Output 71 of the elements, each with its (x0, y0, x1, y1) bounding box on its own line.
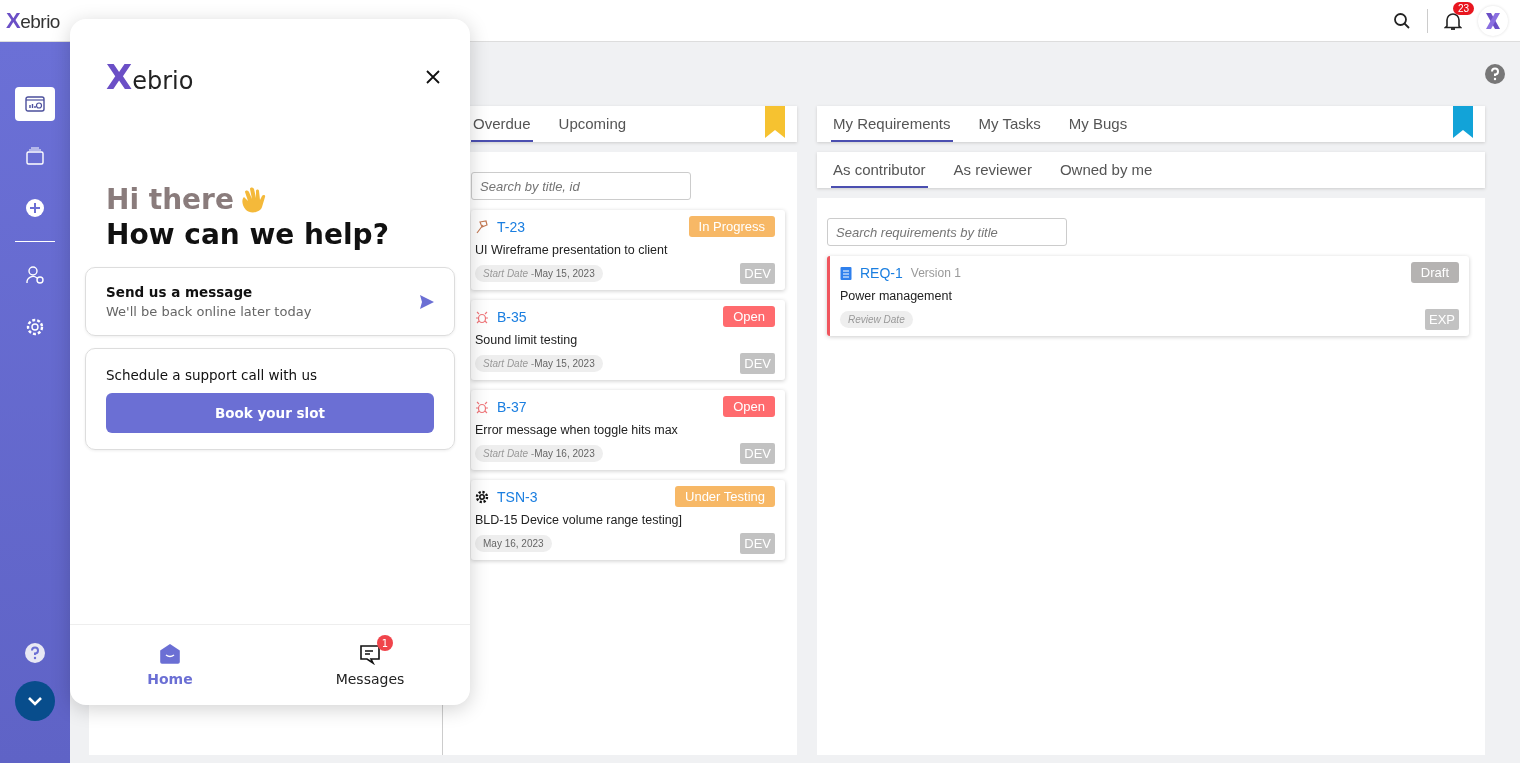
tab[interactable]: Owned by me (1057, 152, 1155, 188)
card-title: Send us a message (106, 284, 254, 300)
card-subtitle: We'll be back online later today (106, 304, 312, 319)
item-title: Error message when toggle hits max (475, 423, 679, 437)
xebrio-logo: Xebrio (106, 57, 194, 97)
status-badge: Open (723, 306, 775, 327)
bell-icon[interactable] (1444, 10, 1462, 31)
clipboard-icon (840, 265, 852, 280)
gear-icon (475, 489, 489, 504)
bug-icon (475, 399, 489, 414)
help-icon[interactable] (1485, 64, 1505, 84)
greeting: Hi there (106, 183, 234, 216)
status-badge: Open (723, 396, 775, 417)
close-icon[interactable] (426, 70, 440, 84)
date-chip: Review Date (840, 311, 913, 328)
send-message-card[interactable]: Send us a message We'll be back online later today (85, 267, 455, 336)
date-chip: Start Date -May 15, 2023 (475, 355, 603, 372)
hammer-icon (475, 219, 489, 234)
tab[interactable]: My Tasks (976, 106, 1043, 142)
tab[interactable]: My Requirements (831, 106, 953, 142)
item-id-link[interactable]: REQ-1 (860, 264, 903, 281)
item-id-link[interactable]: T-23 (497, 218, 525, 235)
date-chip: Start Date -May 15, 2023 (475, 265, 603, 282)
work-item-card[interactable]: B-37 Open Error message when toggle hits max Start Date -May 16, 2023 DEV (471, 390, 785, 470)
requirement-card[interactable]: REQ-1 Version 1 Draft Power management Review Date EXP (827, 256, 1469, 336)
work-item-card[interactable]: B-35 Open Sound limit testing Start Date -May 15, 2023 DEV (471, 300, 785, 380)
chat-toggle-button[interactable] (15, 681, 55, 721)
heading: How can we help? (106, 218, 390, 251)
notification-badge: 23 (1453, 1, 1475, 15)
tab[interactable]: My Bugs (1066, 106, 1130, 142)
status-badge: Draft (1410, 262, 1459, 283)
search-field[interactable]: Search by title, id (471, 172, 691, 200)
item-id-link[interactable]: B-37 (497, 398, 527, 415)
item-id-link[interactable]: B-35 (497, 308, 527, 325)
date-chip: Start Date -May 16, 2023 (475, 445, 603, 462)
item-title: BLD-15 Device volume range testing] (475, 513, 684, 527)
item-title: Sound limit testing (475, 333, 579, 347)
tab[interactable]: Upcoming (556, 106, 629, 142)
work-item-card[interactable]: T-23 In Progress UI Wireframe presentation to client Start Date -May 15, 2023 DEV (471, 210, 785, 290)
user-avatar[interactable] (1478, 5, 1508, 36)
status-badge: In Progress (688, 216, 775, 237)
item-id-link[interactable]: TSN-3 (497, 488, 538, 505)
item-title: UI Wireframe presentation to client (475, 243, 669, 257)
item-title: Power management (840, 289, 953, 303)
bookmark-icon[interactable] (1453, 106, 1473, 138)
home-tab[interactable]: Home (70, 625, 270, 705)
version-label: Version 1 (910, 265, 961, 280)
dashboard-nav-icon[interactable] (15, 87, 55, 121)
date-chip: May 16, 2023 (475, 535, 552, 552)
status-badge: Under Testing (675, 486, 775, 507)
team-tag: DEV (740, 443, 775, 464)
work-item-card[interactable]: TSN-3 Under Testing BLD-15 Device volume range testing] May 16, 2023 DEV (471, 480, 785, 560)
card-title: Schedule a support call with us (106, 367, 319, 383)
chevron-down-icon (27, 696, 43, 706)
messages-tab[interactable]: 1 Messages (270, 625, 470, 705)
search-icon[interactable] (1393, 11, 1411, 30)
team-tag: DEV (740, 263, 775, 284)
help-icon[interactable] (25, 643, 45, 663)
unread-badge: 1 (377, 635, 393, 651)
tab[interactable]: As reviewer (951, 152, 1034, 188)
search-field[interactable]: Search requirements by title (827, 218, 1067, 246)
send-icon (420, 294, 434, 309)
tab[interactable]: As contributor (831, 152, 928, 188)
xebrio-logo: Xebrio (6, 7, 60, 34)
bug-icon (475, 309, 489, 324)
book-slot-button[interactable]: Book your slot (106, 393, 434, 433)
team-tag: DEV (740, 533, 775, 554)
team-tag: DEV (740, 353, 775, 374)
home-icon (159, 643, 181, 665)
team-tag: EXP (1425, 309, 1459, 330)
chat-icon (359, 643, 381, 665)
